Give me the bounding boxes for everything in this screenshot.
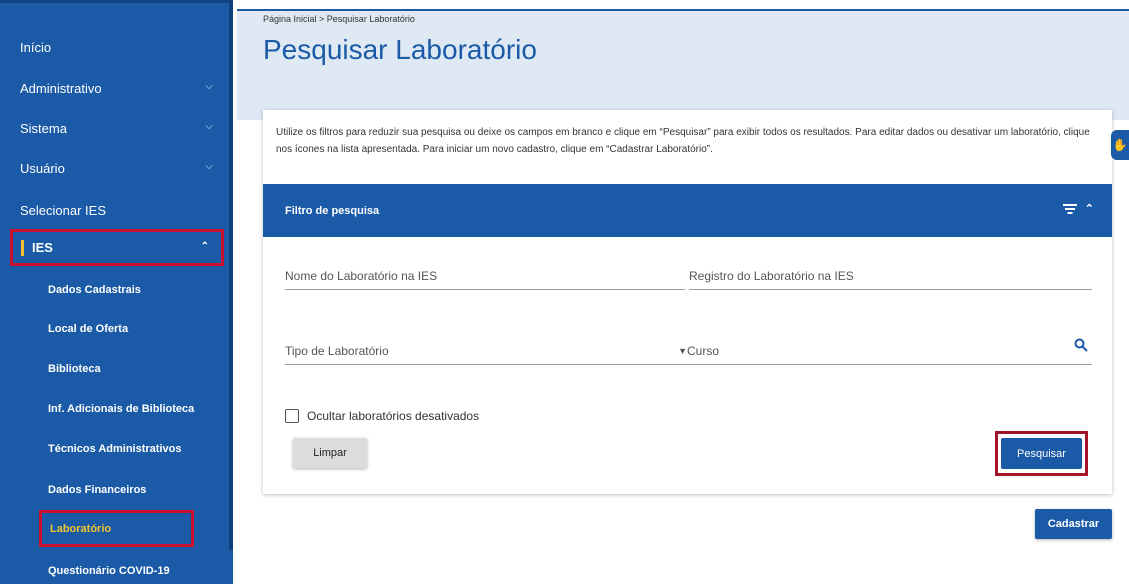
sidebar-item-inicio[interactable]: Início [0,27,225,67]
sidebar-subitem-tecnicos[interactable]: Técnicos Administrativos [0,429,225,469]
sidebar-subitem-inf-adicionais[interactable]: Inf. Adicionais de Biblioteca [0,389,225,429]
sidebar-subitem-label: Laboratório [50,522,112,535]
pesquisar-highlight: Pesquisar [995,431,1088,476]
ocultar-desativados-row[interactable]: Ocultar laboratórios desativados [285,409,479,423]
sidebar-item-administrativo[interactable]: Administrativo ⌵ [0,68,225,108]
filter-header[interactable]: Filtro de pesquisa ⌃ [263,184,1112,237]
page-title: Pesquisar Laboratório [263,34,537,65]
sidebar-item-label: IES [32,240,53,255]
curso-placeholder: Curso [687,344,720,358]
sidebar-top-border [0,0,233,3]
intro-text: Utilize os filtros para reduzir sua pesq… [276,127,1090,155]
sidebar-subitem-label: Dados Cadastrais [48,284,141,296]
filter-header-icons: ⌃ [1062,202,1094,215]
breadcrumb[interactable]: Página Inicial > Pesquisar Laboratório [263,14,415,24]
sidebar-subitem-biblioteca[interactable]: Biblioteca [0,349,225,389]
limpar-button[interactable]: Limpar [293,438,367,468]
sidebar-item-usuario[interactable]: Usuário ⌵ [0,148,225,188]
chevron-up-icon[interactable]: ⌃ [1085,202,1094,215]
tipo-laboratorio-select[interactable]: Tipo de Laboratório ▼ [285,335,687,365]
chevron-down-icon: ⌵ [205,121,213,132]
sidebar-scrollbar[interactable] [229,0,233,550]
sidebar-subitem-label: Questionário COVID-19 [48,565,170,577]
sidebar-item-label: Administrativo [20,80,102,96]
nome-laboratorio-placeholder: Nome do Laboratório na IES [285,269,438,283]
sidebar-item-selecionar-ies[interactable]: Selecionar IES [0,190,225,230]
search-card: Utilize os filtros para reduzir sua pesq… [263,110,1112,494]
registro-laboratorio-placeholder: Registro do Laboratório na IES [689,269,854,283]
header-top-border [237,9,1129,11]
sidebar-subitem-label: Técnicos Administrativos [48,443,182,455]
nome-laboratorio-field[interactable]: Nome do Laboratório na IES [285,260,685,290]
sidebar-subitem-local-de-oferta[interactable]: Local de Oferta [0,309,225,349]
active-indicator [21,239,24,256]
sidebar-subitem-label: Dados Financeiros [48,484,147,496]
sidebar-item-label: Usuário [20,160,65,176]
filter-title: Filtro de pesquisa [285,204,380,217]
sidebar-subitem-label: Biblioteca [48,363,101,375]
sidebar-subitem-questionario-covid[interactable]: Questionário COVID-19 [0,551,225,584]
tipo-laboratorio-placeholder: Tipo de Laboratório [285,344,389,358]
ocultar-desativados-checkbox[interactable] [285,409,299,423]
registro-laboratorio-field[interactable]: Registro do Laboratório na IES [689,260,1092,290]
curso-field[interactable]: Curso [687,335,1092,365]
cadastrar-button[interactable]: Cadastrar [1035,509,1112,539]
sidebar-item-label: Selecionar IES [20,202,106,218]
search-icon[interactable] [1074,338,1088,352]
filter-icon[interactable] [1062,203,1077,215]
sidebar-item-sistema[interactable]: Sistema ⌵ [0,108,225,148]
sidebar-subitem-dados-financeiros[interactable]: Dados Financeiros [0,470,225,510]
chevron-down-icon: ⌵ [205,161,213,172]
sidebar-subitem-label: Local de Oferta [48,323,129,335]
sidebar-item-label: Início [20,39,52,55]
dropdown-arrow-icon: ▼ [678,346,687,356]
sidebar-item-label: Sistema [20,120,67,136]
pesquisar-button[interactable]: Pesquisar [1001,438,1082,469]
sidebar-item-ies[interactable]: IES ⌃ [10,229,224,266]
page: Início Administrativo ⌵ Sistema ⌵ Usuári… [0,0,1129,584]
chevron-up-icon: ⌃ [200,241,209,252]
sidebar-subitem-laboratorio[interactable]: Laboratório [39,510,194,547]
sidebar-subitem-dados-cadastrais[interactable]: Dados Cadastrais [0,270,225,310]
sidebar-subitem-label: Inf. Adicionais de Biblioteca [48,403,195,415]
ocultar-desativados-label: Ocultar laboratórios desativados [307,409,480,423]
sidebar: Início Administrativo ⌵ Sistema ⌵ Usuári… [0,0,233,584]
accessibility-icon[interactable]: ✋ [1111,130,1129,160]
chevron-down-icon: ⌵ [205,81,213,92]
